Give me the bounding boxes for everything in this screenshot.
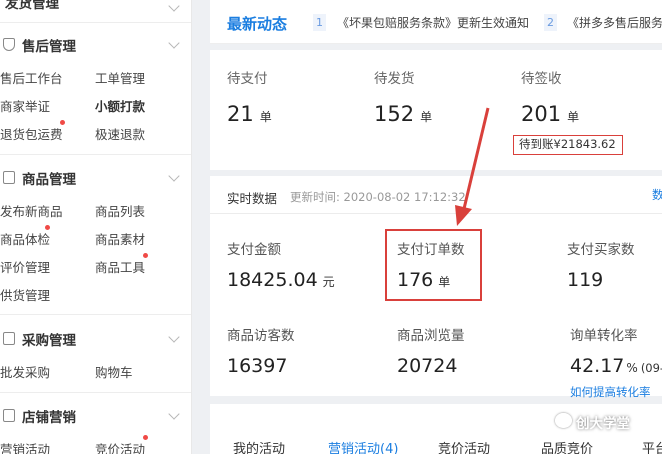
tab-quality-bidding[interactable]: 品质竞价 — [541, 438, 593, 454]
order-value-to-sign[interactable]: 201 单 — [521, 102, 579, 126]
metric-number: 42.17 — [570, 355, 625, 377]
shield-icon — [3, 38, 15, 51]
order-count: 201 — [521, 102, 562, 126]
highlight-box — [385, 229, 482, 301]
metric-label-pay-buyers: 支付买家数 — [567, 242, 635, 258]
news-index-badge: 2 — [544, 14, 557, 31]
metric-number: 20724 — [397, 355, 458, 377]
metric-unit: 元 — [322, 275, 335, 289]
watermark: 创大学堂 — [576, 416, 630, 432]
realtime-more-link[interactable]: 数 — [652, 186, 662, 203]
sidebar-item-supply-manage[interactable]: 供货管理 — [0, 285, 50, 304]
sidebar-item-merchant-evidence[interactable]: 商家举证 — [0, 96, 50, 115]
sidebar: 发货管理 售后管理 售后工作台 工单管理 商家举证 小额打款 退货包运费 极速退… — [0, 0, 192, 454]
sidebar-item-marketing-activity[interactable]: 营销活动 — [0, 439, 50, 454]
chevron-down-icon — [168, 331, 180, 343]
sidebar-item-product-list[interactable]: 商品列表 — [95, 201, 145, 220]
news-index-badge: 1 — [313, 14, 326, 31]
chevron-down-icon — [168, 170, 180, 182]
metric-value-pay-buyers: 119 — [567, 269, 603, 291]
sidebar-item-cart[interactable]: 购物车 — [95, 362, 133, 381]
order-value-to-ship[interactable]: 152 单 — [374, 102, 432, 126]
order-label-unpaid: 待支付 — [227, 71, 268, 87]
divider — [0, 22, 191, 23]
sidebar-item-return-shipping[interactable]: 退货包运费 — [0, 124, 63, 143]
conversion-help-link[interactable]: 如何提高转化率 — [570, 384, 651, 400]
news-title: 最新动态 — [227, 15, 288, 33]
sidebar-section-shipping[interactable] — [0, 0, 191, 22]
sidebar-section-title: 店铺营销 — [22, 410, 76, 426]
marketing-icon — [3, 409, 15, 422]
notification-dot — [143, 435, 148, 440]
tab-platform[interactable]: 平台 — [642, 438, 662, 454]
metric-number: 18425.04 — [227, 269, 318, 291]
order-unit: 单 — [567, 110, 580, 124]
tab-my-activities[interactable]: 我的活动 — [233, 438, 285, 454]
order-unit: 单 — [259, 110, 272, 124]
metric-value-conversion: 42.17%(09-1 — [570, 355, 662, 377]
metric-label-conversion: 询单转化率 — [570, 328, 638, 344]
sidebar-item-review-manage[interactable]: 评价管理 — [0, 257, 50, 276]
notification-dot — [45, 225, 50, 230]
sidebar-section-marketing[interactable]: 店铺营销 — [0, 402, 191, 430]
metric-label-visitors: 商品访客数 — [227, 328, 295, 344]
purchase-icon — [3, 332, 15, 345]
sidebar-section-title: 采购管理 — [22, 333, 76, 349]
metric-value-pageviews: 20724 — [397, 355, 457, 377]
sidebar-item-wholesale[interactable]: 批发采购 — [0, 362, 50, 381]
chevron-down-icon — [168, 37, 180, 49]
order-label-to-ship: 待发货 — [374, 71, 415, 87]
pending-amount-box: 待到账¥21843.62 — [513, 135, 623, 155]
divider — [0, 314, 191, 315]
order-count: 152 — [374, 102, 415, 126]
metric-unit: % — [626, 361, 638, 375]
news-bar: 最新动态 1 《坏果包赔服务条款》更新生效通知 2 《拼多多售后服务 — [210, 0, 662, 44]
notification-dot — [60, 120, 65, 125]
metric-value-visitors: 16397 — [227, 355, 287, 377]
notification-dot — [143, 253, 148, 258]
realtime-title: 实时数据 — [227, 191, 278, 206]
tab-marketing-activities[interactable]: 营销活动(4) — [328, 438, 398, 454]
update-time: 更新时间: 2020-08-02 17:12:32 — [290, 190, 466, 204]
wechat-icon — [555, 413, 572, 428]
order-summary: 待支付 21 单 待发货 152 单 待签收 201 单 待到账¥21843.62 — [210, 50, 662, 170]
metric-date-suffix: (09-1 — [640, 361, 662, 375]
sidebar-item-bidding-activity[interactable]: 竞价活动 — [95, 439, 145, 454]
sidebar-section-title: 售后管理 — [22, 39, 76, 55]
order-label-to-sign: 待签收 — [521, 71, 562, 87]
sidebar-section-aftersales[interactable]: 售后管理 — [0, 31, 191, 59]
news-item-link[interactable]: 《坏果包赔服务条款》更新生效通知 — [337, 14, 529, 31]
metric-label-pageviews: 商品浏览量 — [397, 328, 465, 344]
sidebar-item-ticket-manage[interactable]: 工单管理 — [95, 68, 145, 87]
tab-bidding-activities[interactable]: 竞价活动 — [438, 438, 490, 454]
chevron-down-icon — [168, 408, 180, 420]
sidebar-item-aftersales-workbench[interactable]: 售后工作台 — [0, 68, 63, 87]
sidebar-section-products[interactable]: 商品管理 — [0, 164, 191, 192]
news-item-link[interactable]: 《拼多多售后服务 — [567, 14, 662, 31]
divider — [0, 154, 191, 155]
metric-number: 119 — [567, 269, 604, 291]
product-icon — [3, 171, 15, 184]
sidebar-item-small-payment[interactable]: 小额打款 — [95, 96, 145, 115]
chevron-down-icon — [168, 0, 180, 12]
metric-number: 16397 — [227, 355, 288, 377]
realtime-data-panel: 实时数据 更新时间: 2020-08-02 17:12:32 数 支付金额 18… — [210, 176, 662, 399]
sidebar-item-publish-product[interactable]: 发布新商品 — [0, 201, 63, 220]
metric-label-pay-amount: 支付金额 — [227, 242, 281, 258]
order-unit: 单 — [420, 110, 433, 124]
order-count: 21 — [227, 102, 254, 126]
divider — [0, 392, 191, 393]
sidebar-item-product-tools[interactable]: 商品工具 — [95, 257, 145, 276]
sidebar-item-product-check[interactable]: 商品体检 — [0, 229, 50, 248]
realtime-header: 实时数据 更新时间: 2020-08-02 17:12:32 数 — [210, 176, 662, 214]
metric-value-pay-amount: 18425.04 元 — [227, 269, 335, 291]
sidebar-item-fast-refund[interactable]: 极速退款 — [95, 124, 145, 143]
sidebar-item-product-material[interactable]: 商品素材 — [95, 229, 145, 248]
order-value-unpaid[interactable]: 21 单 — [227, 102, 272, 126]
sidebar-section-title: 商品管理 — [22, 172, 76, 188]
sidebar-section-purchase[interactable]: 采购管理 — [0, 325, 191, 353]
